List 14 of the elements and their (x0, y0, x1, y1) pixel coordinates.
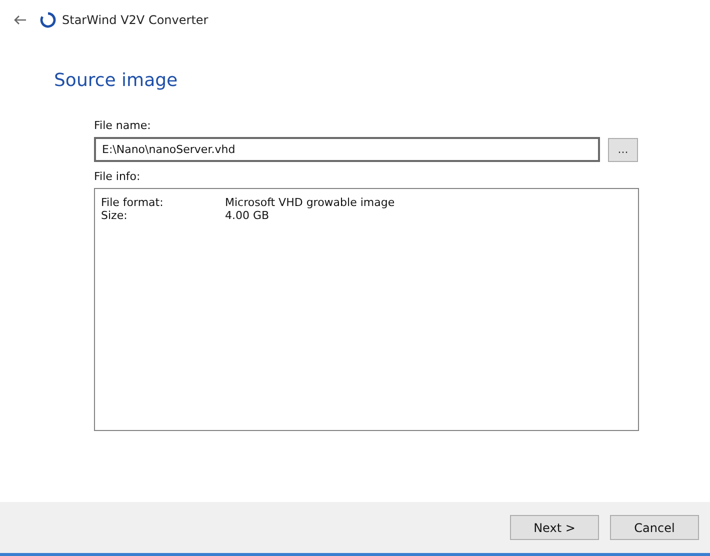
cancel-button[interactable]: Cancel (610, 515, 699, 540)
info-key: File format: (101, 196, 225, 209)
page-title: Source image (54, 70, 179, 91)
file-name-label: File name: (94, 119, 152, 132)
info-key: Size: (101, 209, 225, 222)
window-title: StarWind V2V Converter (62, 13, 208, 27)
file-name-field[interactable]: E:\Nano\nanoServer.vhd (94, 137, 600, 162)
back-arrow-icon[interactable] (14, 15, 26, 25)
browse-button[interactable]: ... (608, 138, 638, 162)
info-value: Microsoft VHD growable image (225, 196, 396, 209)
info-value: 4.00 GB (225, 209, 270, 222)
next-button[interactable]: Next > (510, 515, 599, 540)
logo-icon (40, 12, 56, 28)
file-info-label: File info: (94, 170, 142, 183)
